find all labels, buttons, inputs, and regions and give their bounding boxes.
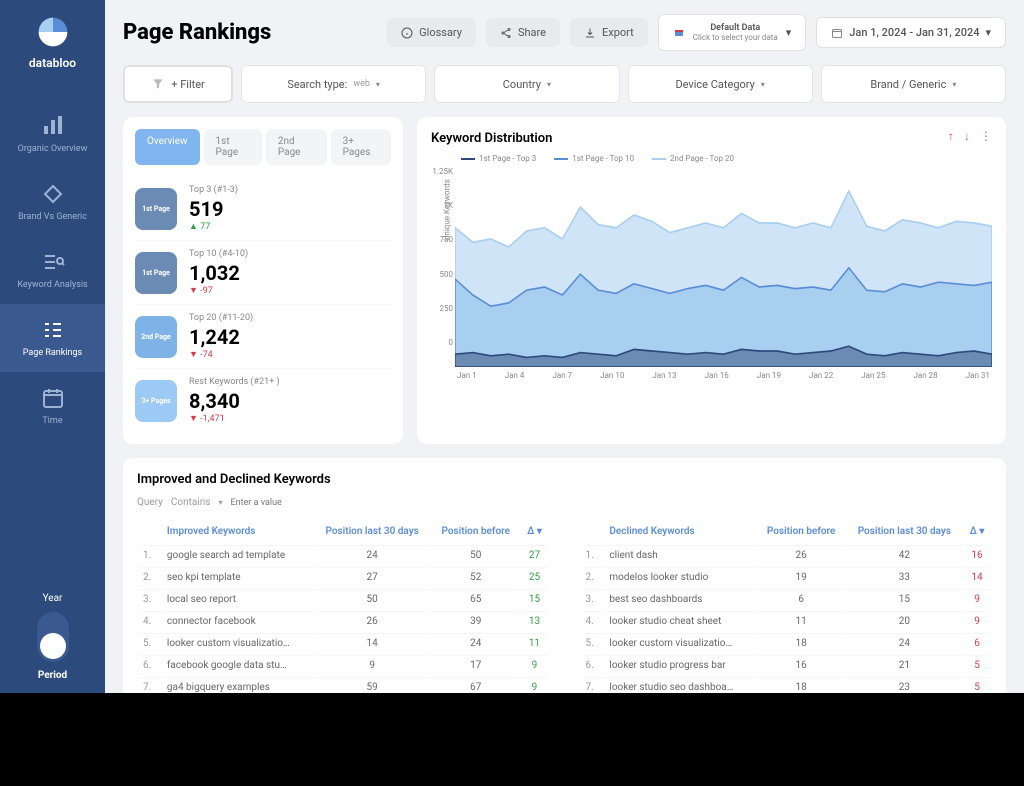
sidebar: databloo Organic Overview Brand Vs Gener… [0, 0, 105, 693]
chevron-down-icon: ▾ [218, 498, 222, 507]
stat-row[interactable]: 3+ Pages Rest Keywords (#21+ ) 8,340 ▼ -… [135, 369, 391, 432]
table-row[interactable]: 6.looker studio progress bar16215 [582, 655, 991, 675]
nav-time[interactable]: Time [0, 372, 105, 440]
chart-title: Keyword Distribution [431, 131, 992, 146]
tab-1st-page[interactable]: 1st Page [204, 129, 262, 165]
filter-search-type[interactable]: Search type:web▾ [241, 65, 426, 103]
period-toggle[interactable]: Year Period [37, 593, 69, 681]
query-filter-input[interactable] [230, 498, 344, 508]
chevron-down-icon: ▾ [547, 80, 551, 89]
table-row[interactable]: 1.google search ad template245027 [139, 545, 548, 565]
date-range-picker[interactable]: Jan 1, 2024 - Jan 31, 2024 ▾ [816, 17, 1006, 48]
export-button[interactable]: Export [570, 18, 648, 47]
nav-keyword-analysis[interactable]: Keyword Analysis [0, 236, 105, 304]
download-icon [584, 27, 596, 39]
stat-badge: 1st Page [135, 252, 177, 294]
stat-badge: 2nd Page [135, 316, 177, 358]
nav-brand-vs-generic[interactable]: Brand Vs Generic [0, 168, 105, 236]
stat-badge: 1st Page [135, 188, 177, 230]
stat-row[interactable]: 1st Page Top 10 (#4-10) 1,032 ▼ -97 [135, 241, 391, 305]
table-row[interactable]: 7.ga4 bigquery examples59679 [139, 677, 548, 693]
table-row[interactable]: 2.seo kpi template275225 [139, 567, 548, 587]
legend-item: 2nd Page - Top 20 [652, 154, 734, 163]
table-row[interactable]: 4.connector facebook263913 [139, 611, 548, 631]
tab-2nd-page[interactable]: 2nd Page [266, 129, 327, 165]
improved-keywords-table: Improved Keywords Position last 30 days … [137, 518, 550, 693]
filter-device[interactable]: Device Category▾ [628, 65, 813, 103]
table-row[interactable]: 4.looker studio cheat sheet11209 [582, 611, 991, 631]
page-title: Page Rankings [123, 20, 377, 45]
legend-item: 1st Page - Top 3 [461, 154, 536, 163]
declined-keywords-table: Declined Keywords Position before Positi… [580, 518, 993, 693]
more-icon[interactable]: ⋮ [980, 129, 992, 143]
chevron-down-icon: ▾ [786, 26, 792, 39]
table-row[interactable]: 3.local seo report506515 [139, 589, 548, 609]
table-row[interactable]: 1.client dash264216 [582, 545, 991, 565]
glossary-button[interactable]: Glossary [387, 18, 476, 47]
stats-panel: Overview 1st Page 2nd Page 3+ Pages 1st … [123, 117, 403, 444]
stat-row[interactable]: 2nd Page Top 20 (#11-20) 1,242 ▼ -74 [135, 305, 391, 369]
brand-name: databloo [29, 56, 76, 70]
tab-3plus-pages[interactable]: 3+ Pages [331, 129, 391, 165]
data-selector[interactable]: Default Data Click to select your data ▾ [658, 14, 807, 51]
tab-overview[interactable]: Overview [135, 129, 200, 165]
filter-icon [151, 77, 165, 91]
table-row[interactable]: 5.looker custom visualizatio…142411 [139, 633, 548, 653]
table-row[interactable]: 2.modelos looker studio193314 [582, 567, 991, 587]
chevron-down-icon: ▾ [952, 80, 956, 89]
info-icon [401, 27, 413, 39]
table-row[interactable]: 6.facebook google data stu…9179 [139, 655, 548, 675]
sort-desc-icon[interactable]: ↓ [964, 129, 970, 143]
stat-badge: 3+ Pages [135, 380, 177, 422]
table-row[interactable]: 5.looker custom visualizatio…18246 [582, 633, 991, 653]
calendar-icon [831, 27, 843, 39]
chart-panel: Keyword Distribution ↑ ↓ ⋮ 1st Page - To… [417, 117, 1006, 444]
sort-asc-icon[interactable]: ↑ [948, 129, 954, 143]
chevron-down-icon: ▾ [985, 26, 991, 39]
logo-icon [33, 12, 73, 52]
chevron-down-icon: ▾ [761, 80, 765, 89]
table-row[interactable]: 3.best seo dashboards6159 [582, 589, 991, 609]
nav-organic-overview[interactable]: Organic Overview [0, 100, 105, 168]
filter-brand[interactable]: Brand / Generic▾ [821, 65, 1006, 103]
share-button[interactable]: Share [486, 18, 560, 47]
keywords-tables-panel: Improved and Declined Keywords Query Con… [123, 458, 1006, 693]
chevron-down-icon: ▾ [376, 80, 380, 89]
share-icon [500, 27, 512, 39]
filter-country[interactable]: Country▾ [434, 65, 619, 103]
stat-row[interactable]: 1st Page Top 3 (#1-3) 519 ▲ 77 [135, 177, 391, 241]
add-filter-button[interactable]: + Filter [123, 65, 233, 103]
nav-page-rankings[interactable]: Page Rankings [0, 304, 105, 372]
table-row[interactable]: 7.looker studio seo dashboa…18235 [582, 677, 991, 693]
legend-item: 1st Page - Top 10 [554, 154, 634, 163]
keyword-distribution-chart [455, 167, 992, 367]
data-icon [673, 27, 685, 39]
